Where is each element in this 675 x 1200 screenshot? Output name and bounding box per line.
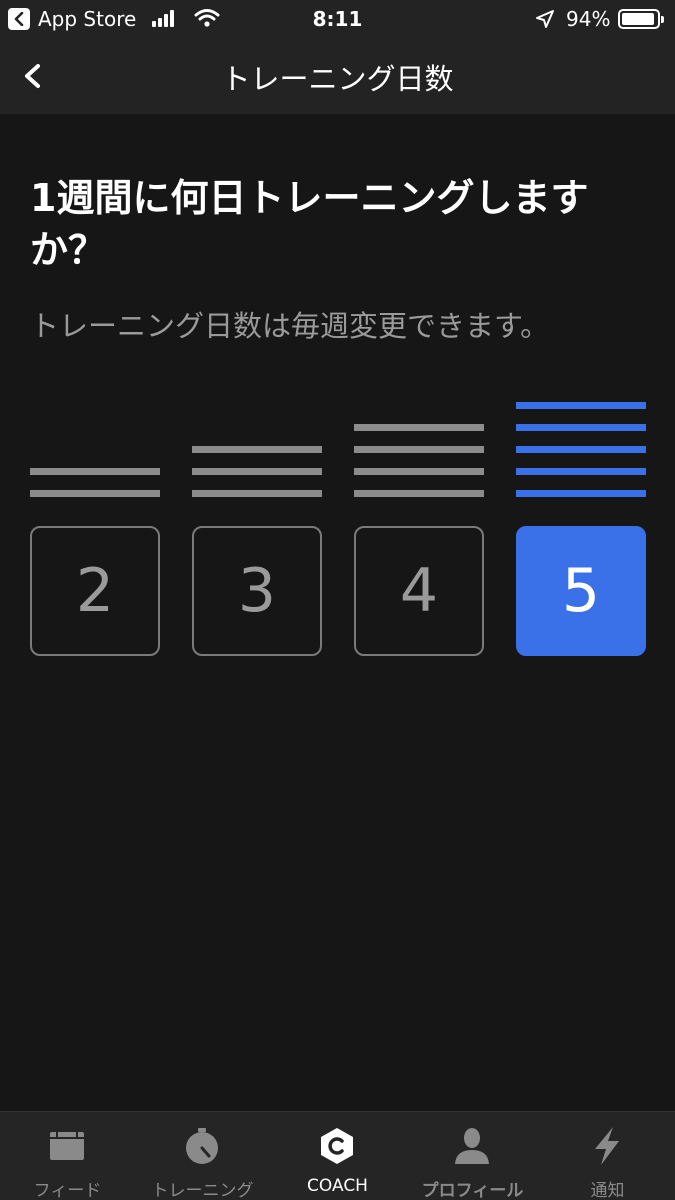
tab-label: フィード [33, 1181, 102, 1200]
coach-icon [321, 1128, 353, 1164]
tab-label: プロフィール [421, 1181, 524, 1200]
question-heading: 1週間に何日トレーニングしますか？ [30, 176, 589, 272]
battery-icon [618, 9, 664, 29]
battery-percentage: 94% [566, 7, 611, 31]
day-option-button[interactable]: 3 [192, 526, 322, 656]
tab-training[interactable]: トレーニング [135, 1112, 270, 1200]
day-option-5[interactable]: 5 [516, 395, 646, 656]
page-title: トレーニング日数 [221, 62, 454, 96]
tab-notifications[interactable]: 通知 [540, 1112, 675, 1200]
navigation-bar: トレーニング日数 [0, 38, 675, 114]
day-option-button-selected[interactable]: 5 [516, 526, 646, 656]
lightning-icon [595, 1127, 619, 1165]
location-arrow-icon [536, 10, 554, 28]
day-option-button[interactable]: 2 [30, 526, 160, 656]
day-option-button[interactable]: 4 [354, 526, 484, 656]
tab-profile[interactable]: プロフィール [405, 1112, 540, 1200]
tab-bar: フィード トレーニング COACH プロフィール 通知 [0, 1111, 675, 1200]
intensity-lines-icon [30, 395, 160, 497]
day-option-4[interactable]: 4 [354, 395, 484, 656]
intensity-lines-icon [192, 395, 322, 497]
tab-feed[interactable]: フィード [0, 1112, 135, 1200]
tab-label: 通知 [590, 1181, 625, 1200]
intensity-lines-icon [516, 395, 646, 497]
feed-icon [50, 1132, 84, 1160]
profile-icon [455, 1128, 489, 1164]
stopwatch-icon [186, 1128, 218, 1164]
question-subtitle: トレーニング日数は毎週変更できます。 [30, 309, 550, 343]
tab-coach[interactable]: COACH [270, 1112, 405, 1200]
tab-label: トレーニング [151, 1181, 254, 1200]
day-option-3[interactable]: 3 [192, 395, 322, 656]
tab-label: COACH [307, 1176, 368, 1196]
status-bar: App Store 8:11 94% [0, 0, 675, 38]
intensity-lines-icon [354, 395, 484, 497]
day-option-2[interactable]: 2 [30, 395, 160, 656]
